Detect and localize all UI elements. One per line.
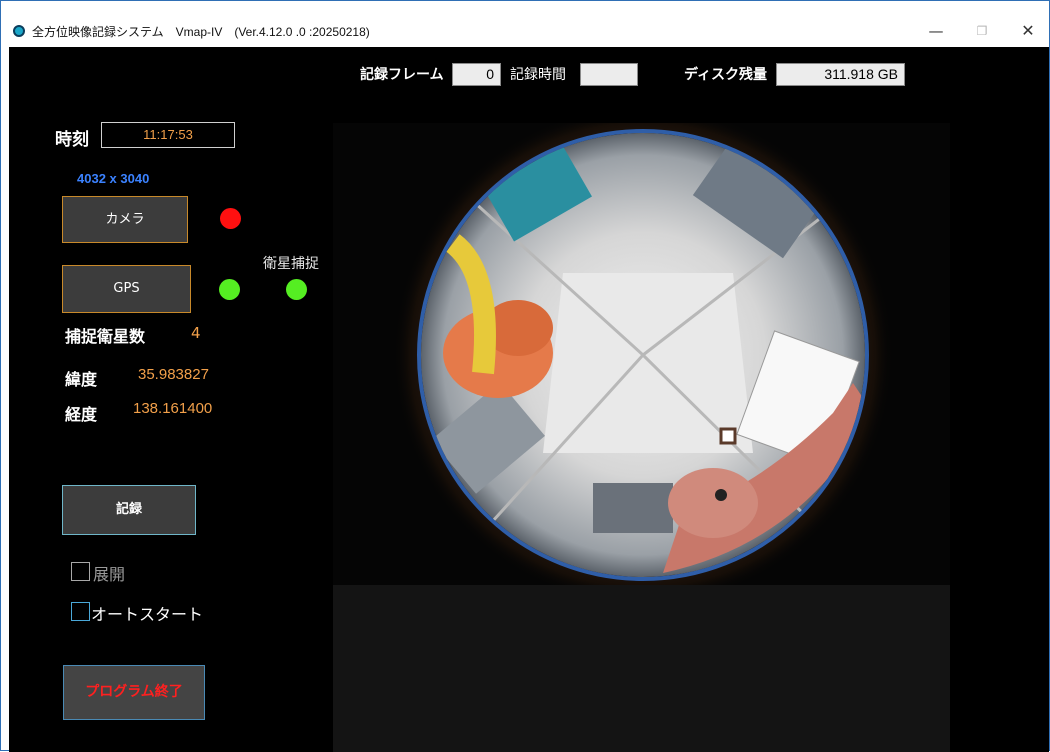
disk-space-field: 311.918 GB	[776, 63, 905, 86]
preview-lower-area	[333, 585, 950, 752]
gps-button[interactable]: GPS	[62, 265, 191, 313]
longitude-label: 経度	[65, 405, 98, 424]
autostart-checkbox-label: オートスタート	[91, 605, 204, 624]
fisheye-image	[393, 123, 893, 585]
autostart-checkbox[interactable]	[71, 602, 90, 621]
time-field: 11:17:53	[101, 122, 235, 148]
camera-button[interactable]: カメラ	[62, 196, 188, 243]
title-bar[interactable]: 全方位映像記録システム Vmap-IV (Ver.4.12.0 .0 :2025…	[1, 1, 1049, 47]
close-button[interactable]: ✕	[1005, 15, 1050, 47]
app-icon	[13, 25, 25, 37]
satellite-count-label: 捕捉衛星数	[65, 327, 146, 346]
latitude-value: 35.983827	[138, 366, 209, 383]
record-frame-label: 記録フレーム	[360, 67, 444, 83]
record-time-label: 記録時間	[510, 67, 566, 83]
expand-checkbox-label: 展開	[93, 565, 126, 584]
gps-status-indicator	[219, 279, 240, 300]
longitude-value: 138.161400	[133, 400, 213, 417]
satellite-count-value: 4	[191, 324, 201, 342]
expand-checkbox[interactable]	[71, 562, 90, 581]
record-button[interactable]: 記録	[62, 485, 196, 535]
time-label: 時刻	[55, 130, 89, 150]
window-title: 全方位映像記録システム Vmap-IV (Ver.4.12.0 .0 :2025…	[32, 25, 370, 39]
satellite-capture-label: 衛星捕捉	[263, 256, 319, 272]
camera-preview	[333, 123, 950, 585]
disk-space-label: ディスク残量	[684, 67, 768, 83]
satellite-capture-indicator	[286, 279, 307, 300]
record-frame-field: 0	[452, 63, 501, 86]
camera-status-indicator	[220, 208, 241, 229]
app-window: 全方位映像記録システム Vmap-IV (Ver.4.12.0 .0 :2025…	[0, 0, 1050, 752]
minimize-button[interactable]: —	[913, 15, 959, 47]
record-time-field	[580, 63, 638, 86]
latitude-label: 緯度	[65, 370, 98, 389]
maximize-button[interactable]: ❐	[959, 15, 1005, 47]
client-area: 記録フレーム 0 記録時間 ディスク残量 311.918 GB 時刻 11:17…	[9, 47, 1049, 752]
exit-program-button[interactable]: プログラム終了	[63, 665, 205, 720]
resolution-label: 4032 x 3040	[77, 171, 150, 186]
